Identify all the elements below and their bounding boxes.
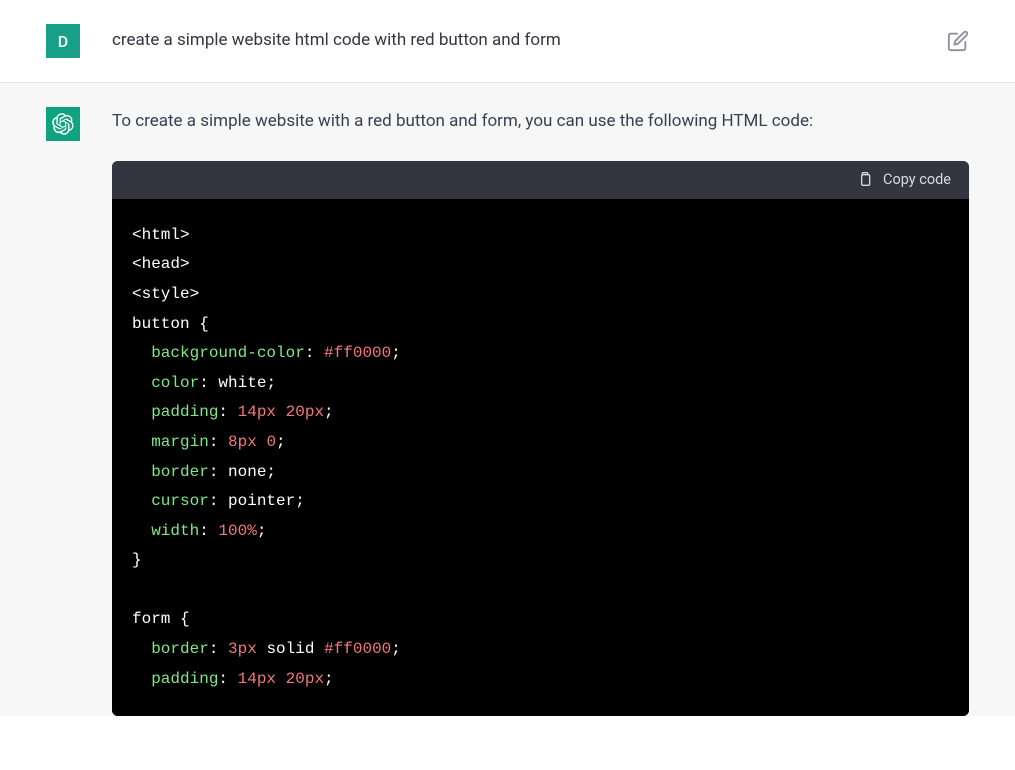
user-message-text: create a simple website html code with r…	[112, 24, 561, 54]
code-line: <head>	[132, 250, 949, 280]
code-line: button {	[132, 310, 949, 340]
code-line: color: white;	[132, 369, 949, 399]
edit-icon[interactable]	[947, 30, 969, 52]
code-line: padding: 14px 20px;	[132, 665, 949, 695]
code-body: <html> <head> <style> button { backgroun…	[112, 199, 969, 717]
assistant-intro-text: To create a simple website with a red bu…	[112, 107, 969, 137]
copy-code-label: Copy code	[883, 171, 951, 188]
user-avatar-letter: D	[58, 32, 68, 51]
code-line: form {	[132, 605, 949, 635]
code-header: Copy code	[112, 161, 969, 199]
code-line: margin: 8px 0;	[132, 428, 949, 458]
code-line: border: none;	[132, 458, 949, 488]
copy-code-button[interactable]: Copy code	[857, 171, 951, 189]
user-avatar: D	[46, 24, 80, 58]
assistant-message-row: To create a simple website with a red bu…	[0, 82, 1015, 716]
code-line: cursor: pointer;	[132, 487, 949, 517]
user-message-row: D create a simple website html code with…	[0, 0, 1015, 82]
code-line: <style>	[132, 280, 949, 310]
code-line	[132, 576, 949, 606]
assistant-avatar	[46, 107, 80, 141]
code-line: padding: 14px 20px;	[132, 398, 949, 428]
code-line: }	[132, 546, 949, 576]
openai-logo-icon	[52, 113, 74, 135]
clipboard-icon	[857, 171, 873, 189]
assistant-content: To create a simple website with a red bu…	[112, 107, 969, 716]
code-line: <html>	[132, 221, 949, 251]
code-line: width: 100%;	[132, 517, 949, 547]
code-line: background-color: #ff0000;	[132, 339, 949, 369]
code-line: border: 3px solid #ff0000;	[132, 635, 949, 665]
code-block: Copy code <html> <head> <style> button {…	[112, 161, 969, 717]
